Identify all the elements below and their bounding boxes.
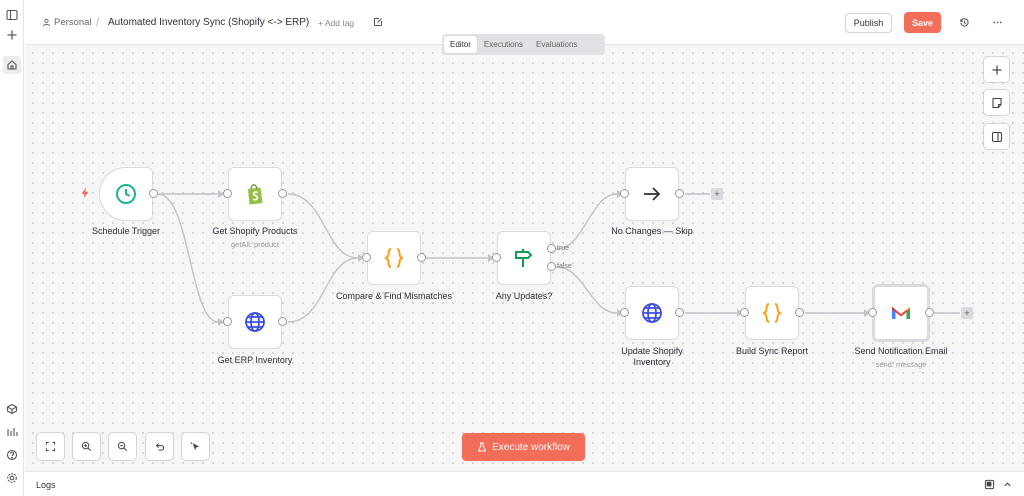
insights-icon[interactable] — [3, 423, 21, 441]
node-label: Build Sync Report — [735, 346, 809, 356]
add-tag-button[interactable]: + Add tag — [318, 18, 354, 28]
code-braces-icon — [762, 303, 782, 323]
node-label: Update Shopify Inventory — [621, 346, 683, 367]
toggle-sidebar-icon[interactable] — [3, 6, 21, 24]
output-handle[interactable] — [795, 308, 804, 317]
add-node-button[interactable] — [983, 56, 1010, 83]
logs-label: Logs — [36, 480, 56, 490]
zoom-in-icon — [81, 441, 91, 451]
workflow-title[interactable]: Automated Inventory Sync (Shopify <-> ER… — [108, 17, 309, 28]
output-handle-true[interactable] — [547, 244, 556, 253]
tab-executions[interactable]: Executions — [478, 36, 529, 53]
settings-icon[interactable] — [3, 469, 21, 487]
output-handle[interactable] — [925, 308, 934, 317]
cursor-sparkle-icon — [190, 441, 200, 451]
tidy-up-button[interactable] — [181, 432, 210, 461]
workspace-name: Personal — [54, 17, 92, 28]
input-handle[interactable] — [868, 308, 877, 317]
history-icon[interactable] — [958, 16, 970, 28]
clock-icon — [116, 184, 136, 204]
output-handle[interactable] — [675, 189, 684, 198]
more-options-icon[interactable] — [991, 16, 1003, 28]
node-subtitle: send: message — [875, 360, 927, 369]
add-icon[interactable] — [3, 26, 21, 44]
add-sticky-button[interactable] — [983, 89, 1010, 116]
input-handle[interactable] — [740, 308, 749, 317]
node-build-sync-report[interactable] — [745, 286, 799, 340]
output-handle[interactable] — [278, 189, 287, 198]
node-any-updates[interactable] — [497, 231, 551, 285]
tab-editor[interactable]: Editor — [444, 36, 477, 53]
add-next-node-button[interactable]: + — [711, 188, 723, 200]
node-no-changes-skip[interactable] — [625, 167, 679, 221]
breadcrumb-workspace[interactable]: Personal — [42, 17, 92, 28]
input-handle[interactable] — [492, 253, 501, 262]
signpost-icon — [515, 249, 533, 267]
globe-icon — [245, 312, 265, 332]
view-tabs: Editor Executions Evaluations — [442, 34, 605, 55]
node-label: Send Notification Email — [854, 346, 948, 356]
input-handle[interactable] — [362, 253, 371, 262]
output-handle[interactable] — [278, 317, 287, 326]
code-braces-icon — [384, 248, 404, 268]
branch-label-false: false — [557, 263, 572, 270]
pop-out-icon[interactable] — [984, 479, 995, 490]
node-get-shopify-products[interactable] — [228, 167, 282, 221]
input-handle[interactable] — [620, 189, 629, 198]
logs-panel-bar[interactable]: Logs — [25, 471, 1024, 496]
left-rail — [0, 0, 24, 496]
node-update-shopify-inventory[interactable] — [625, 286, 679, 340]
zoom-out-button[interactable] — [108, 432, 137, 461]
home-icon[interactable] — [3, 56, 21, 74]
node-compare-find-mismatches[interactable] — [367, 231, 421, 285]
user-icon — [42, 18, 51, 27]
tab-evaluations[interactable]: Evaluations — [530, 36, 583, 53]
node-schedule-trigger[interactable] — [99, 167, 153, 221]
input-handle[interactable] — [223, 189, 232, 198]
edit-description-icon[interactable] — [373, 17, 383, 27]
toggle-panel-button[interactable] — [983, 123, 1010, 150]
flask-icon — [478, 442, 487, 452]
help-icon[interactable] — [3, 446, 21, 464]
publish-button[interactable]: Publish — [845, 13, 892, 33]
execute-workflow-button[interactable]: Execute workflow — [462, 433, 585, 461]
node-label: Compare & Find Mismatches — [335, 291, 453, 301]
fit-view-icon — [45, 441, 56, 452]
input-handle[interactable] — [620, 308, 629, 317]
input-handle[interactable] — [223, 317, 232, 326]
gmail-icon — [892, 307, 910, 319]
branch-label-true: true — [557, 245, 570, 252]
execute-label: Execute workflow — [492, 441, 570, 453]
shopify-bag-icon — [248, 184, 263, 205]
sticky-note-icon — [991, 97, 1002, 108]
zoom-out-icon — [117, 441, 127, 451]
output-handle[interactable] — [675, 308, 684, 317]
node-label: Get ERP Inventory — [217, 355, 293, 365]
node-label: Any Updates? — [495, 291, 553, 301]
node-label: No Changes — Skip — [611, 226, 693, 236]
save-button[interactable]: Save — [904, 12, 941, 33]
output-handle[interactable] — [417, 253, 426, 262]
zoom-in-button[interactable] — [72, 432, 101, 461]
undo-button[interactable] — [145, 432, 174, 461]
templates-icon[interactable] — [3, 400, 21, 418]
fit-view-button[interactable] — [36, 432, 65, 461]
node-send-notification-email[interactable] — [872, 284, 930, 342]
breadcrumb-separator: / — [96, 15, 100, 29]
add-next-node-button[interactable]: + — [961, 307, 973, 319]
arrow-right-icon — [644, 187, 661, 201]
node-label: Schedule Trigger — [91, 226, 161, 236]
plus-icon — [992, 65, 1001, 74]
undo-icon — [155, 443, 165, 451]
output-handle-false[interactable] — [547, 262, 556, 271]
trigger-bolt-icon — [81, 187, 89, 199]
panel-icon — [991, 131, 1002, 142]
output-handle[interactable] — [149, 189, 158, 198]
globe-icon — [642, 303, 662, 323]
node-label: Get Shopify Products — [212, 226, 298, 236]
node-get-erp-inventory[interactable] — [228, 295, 282, 349]
node-subtitle: getAll: product — [231, 240, 279, 249]
chevron-up-icon[interactable] — [1002, 479, 1013, 490]
